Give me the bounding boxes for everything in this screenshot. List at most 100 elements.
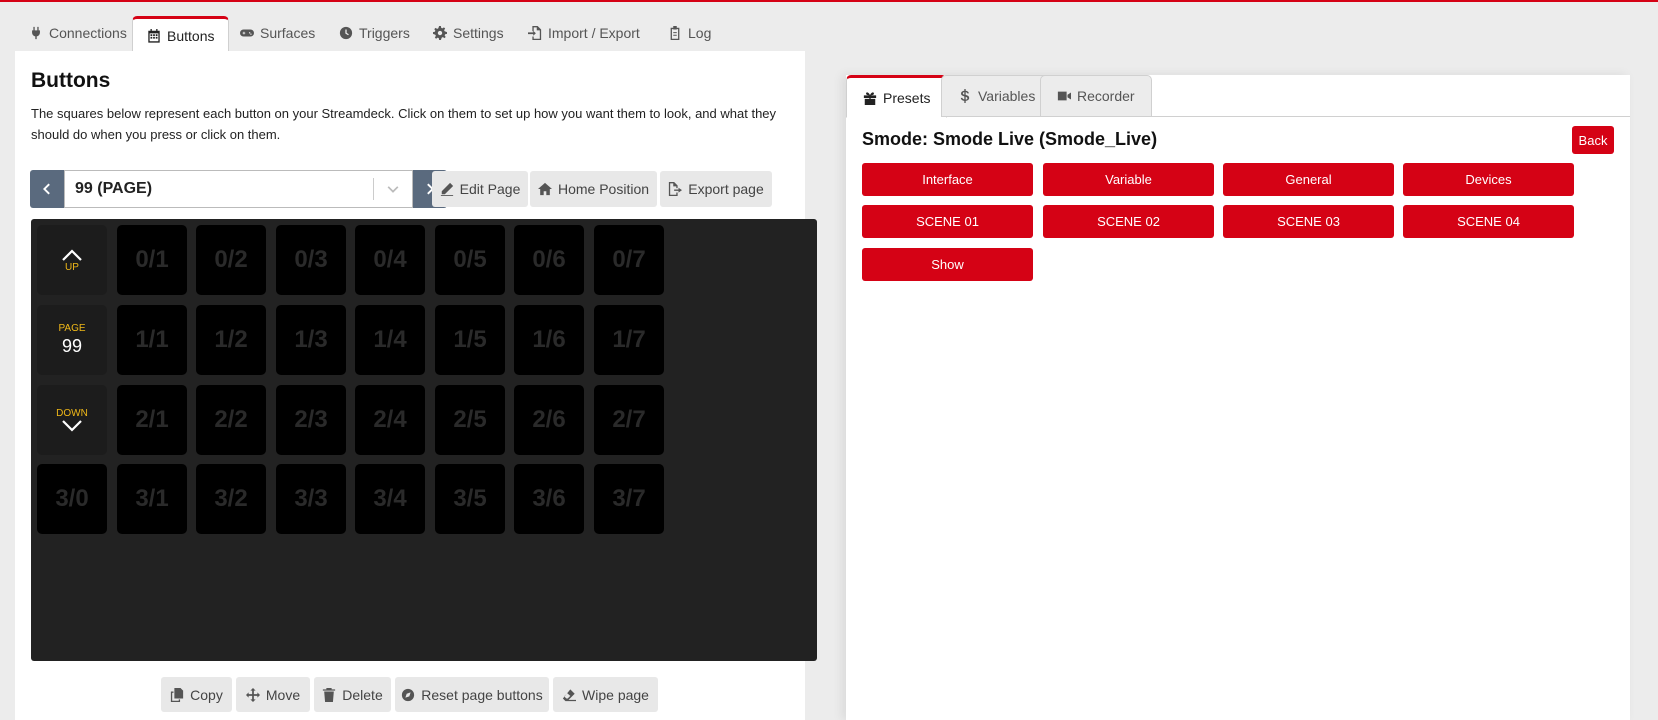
grid-button[interactable]: 0/4 xyxy=(355,225,425,295)
previous-page-button[interactable] xyxy=(30,170,64,208)
tab-triggers-label: Triggers xyxy=(359,25,410,41)
preset-category-button[interactable]: SCENE 03 xyxy=(1223,205,1394,238)
page-select-value: 99 (PAGE) xyxy=(75,180,153,197)
tab-settings-label: Settings xyxy=(453,25,504,41)
tab-variables[interactable]: Variables xyxy=(941,75,1053,117)
tab-import-export[interactable]: Import / Export xyxy=(514,16,654,50)
tab-presets[interactable]: Presets xyxy=(846,75,948,118)
preset-category-button[interactable]: SCENE 02 xyxy=(1043,205,1214,238)
delete-button[interactable]: Delete xyxy=(314,677,391,712)
grid-button[interactable]: 2/5 xyxy=(435,385,505,455)
chevron-up-icon xyxy=(62,248,82,261)
page-select-dropdown[interactable] xyxy=(374,182,412,196)
grid-button[interactable]: 1/7 xyxy=(594,305,664,375)
grid-button[interactable]: 3/0 xyxy=(37,464,107,534)
tab-log[interactable]: Log xyxy=(654,16,725,50)
calendar-grid-icon xyxy=(148,28,160,43)
grid-button[interactable]: 3/2 xyxy=(196,464,266,534)
grid-button[interactable]: 2/6 xyxy=(514,385,584,455)
grid-button[interactable]: 0/7 xyxy=(594,225,664,295)
grid-button[interactable]: 1/6 xyxy=(514,305,584,375)
grid-button[interactable]: 0/2 xyxy=(196,225,266,295)
wipe-page-label: Wipe page xyxy=(582,686,649,703)
edit-page-label: Edit Page xyxy=(459,181,521,197)
back-button[interactable]: Back xyxy=(1572,126,1614,154)
chevron-left-icon xyxy=(43,183,50,195)
preset-category-button[interactable]: SCENE 04 xyxy=(1403,205,1574,238)
gift-icon xyxy=(863,91,877,105)
preset-category-button[interactable]: Variable xyxy=(1043,163,1214,196)
move-label: Move xyxy=(265,686,301,703)
grid-button[interactable]: 0/5 xyxy=(435,225,505,295)
export-page-button[interactable]: Export page xyxy=(660,171,772,207)
grid-button[interactable]: 1/2 xyxy=(196,305,266,375)
reset-page-buttons-button[interactable]: Reset page buttons xyxy=(395,677,549,712)
move-button[interactable]: Move xyxy=(236,677,310,712)
grid-button[interactable]: 2/7 xyxy=(594,385,664,455)
home-position-button[interactable]: Home Position xyxy=(530,171,657,207)
chevron-down-icon xyxy=(387,186,399,193)
copy-icon xyxy=(171,687,184,702)
main-nav: Connections Buttons Surfaces Triggers Se… xyxy=(15,16,1655,52)
presets-panel: Presets Variables Recorder Smode: Smode … xyxy=(846,75,1630,720)
tab-surfaces[interactable]: Surfaces xyxy=(226,16,329,50)
tab-variables-label: Variables xyxy=(978,88,1036,104)
grid-button[interactable]: 0/3 xyxy=(276,225,346,295)
home-icon xyxy=(537,182,552,196)
grid-button[interactable]: 2/3 xyxy=(276,385,346,455)
grid-button[interactable]: 0/1 xyxy=(117,225,187,295)
grid-button[interactable]: 1/1 xyxy=(117,305,187,375)
nav-up-label: UP xyxy=(65,261,79,273)
grid-button[interactable]: 3/1 xyxy=(117,464,187,534)
grid-button[interactable]: 2/2 xyxy=(196,385,266,455)
tab-import-export-label: Import / Export xyxy=(548,25,640,41)
tab-recorder-label: Recorder xyxy=(1077,88,1135,104)
page-select[interactable]: 99 (PAGE) xyxy=(64,170,413,208)
tab-recorder[interactable]: Recorder xyxy=(1040,75,1152,117)
pencil-icon xyxy=(440,182,453,196)
home-position-label: Home Position xyxy=(557,181,650,197)
dollar-icon xyxy=(960,89,970,103)
preset-category-button[interactable]: Show xyxy=(862,248,1033,281)
compass-icon xyxy=(402,688,415,701)
clock-icon xyxy=(339,26,353,40)
grid-button[interactable]: 3/5 xyxy=(435,464,505,534)
grid-button[interactable]: 3/3 xyxy=(276,464,346,534)
grid-button[interactable]: 1/3 xyxy=(276,305,346,375)
tab-triggers[interactable]: Triggers xyxy=(325,16,424,50)
grid-button[interactable]: 3/7 xyxy=(594,464,664,534)
grid-button[interactable]: 2/4 xyxy=(355,385,425,455)
tab-connections-label: Connections xyxy=(49,25,127,41)
preset-category-button[interactable]: SCENE 01 xyxy=(862,205,1033,238)
edit-page-button[interactable]: Edit Page xyxy=(432,171,528,207)
video-camera-icon xyxy=(1057,91,1071,101)
chevron-down-icon xyxy=(62,419,82,432)
nav-page-button[interactable]: PAGE 99 xyxy=(37,305,107,375)
wipe-page-button[interactable]: Wipe page xyxy=(553,677,658,712)
tab-buttons-label: Buttons xyxy=(167,27,215,44)
gamepad-icon xyxy=(240,29,254,37)
grid-button[interactable]: 1/5 xyxy=(435,305,505,375)
nav-page-number: 99 xyxy=(61,336,83,356)
right-tabs: Presets Variables Recorder xyxy=(846,75,1630,118)
page-title: Buttons xyxy=(31,69,111,92)
tab-surfaces-label: Surfaces xyxy=(260,25,316,41)
tab-settings[interactable]: Settings xyxy=(419,16,518,50)
nav-down-button[interactable]: DOWN xyxy=(37,385,107,455)
eraser-icon xyxy=(562,688,577,701)
delete-label: Delete xyxy=(342,686,383,703)
grid-button[interactable]: 2/1 xyxy=(117,385,187,455)
preset-category-button[interactable]: Interface xyxy=(862,163,1033,196)
nav-up-button[interactable]: UP xyxy=(37,225,107,295)
grid-button[interactable]: 3/6 xyxy=(514,464,584,534)
file-export-icon xyxy=(669,182,683,196)
preset-category-button[interactable]: General xyxy=(1223,163,1394,196)
copy-button[interactable]: Copy xyxy=(161,677,232,712)
grid-button[interactable]: 0/6 xyxy=(514,225,584,295)
grid-button[interactable]: 1/4 xyxy=(355,305,425,375)
tab-connections[interactable]: Connections xyxy=(15,16,141,50)
tab-buttons[interactable]: Buttons xyxy=(132,16,230,52)
preset-category-button[interactable]: Devices xyxy=(1403,163,1574,196)
copy-label: Copy xyxy=(190,686,223,703)
grid-button[interactable]: 3/4 xyxy=(355,464,425,534)
